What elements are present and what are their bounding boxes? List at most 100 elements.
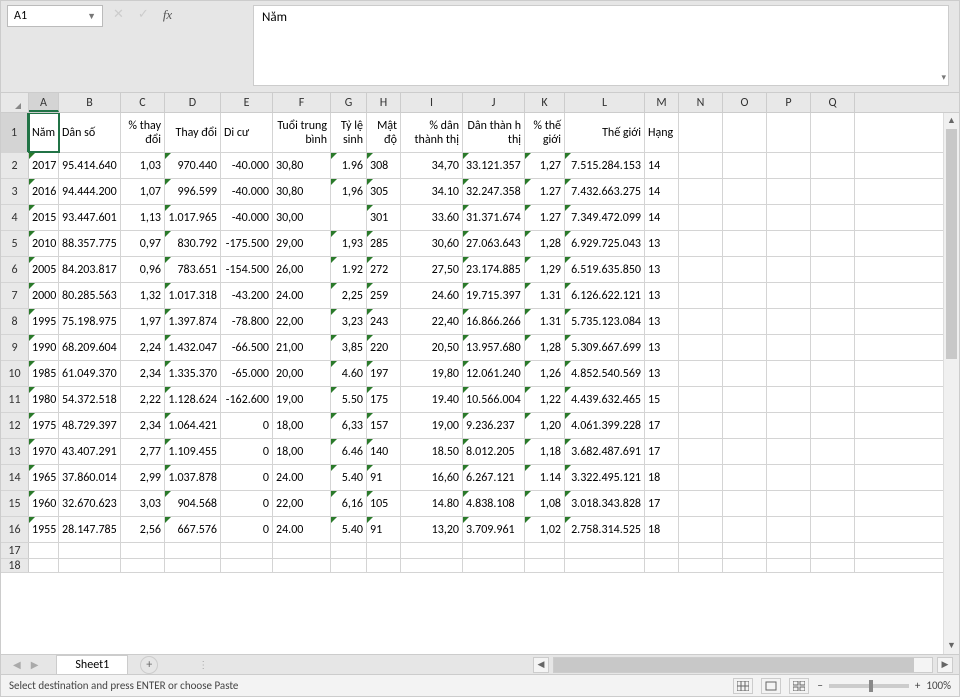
cell[interactable]: 21,00 — [273, 335, 331, 360]
column-header-P[interactable]: P — [767, 93, 811, 112]
cell[interactable] — [273, 559, 331, 572]
column-header-J[interactable]: J — [463, 93, 525, 112]
cell[interactable] — [811, 257, 855, 282]
sheet-prev-icon[interactable]: ◀ — [13, 658, 21, 671]
cell[interactable]: 0 — [221, 439, 273, 464]
fx-icon[interactable]: fx — [163, 7, 172, 23]
column-header-M[interactable]: M — [645, 93, 679, 112]
column-header-F[interactable]: F — [273, 93, 331, 112]
cell[interactable] — [811, 491, 855, 516]
cell[interactable]: 1.31 — [525, 283, 565, 308]
header-cell[interactable]: Mật độ — [367, 113, 401, 152]
cell[interactable]: 3,23 — [331, 309, 367, 334]
row-header-3[interactable]: 3 — [1, 179, 29, 204]
cell[interactable] — [723, 205, 767, 230]
cell[interactable]: 1.31 — [525, 309, 565, 334]
vertical-scrollbar[interactable]: ▲ ▼ — [943, 113, 959, 654]
row-header-16[interactable]: 16 — [1, 517, 29, 542]
cell[interactable]: 1.064.421 — [165, 413, 221, 438]
cell[interactable] — [723, 413, 767, 438]
cell[interactable]: 29,00 — [273, 231, 331, 256]
cell[interactable]: 3,03 — [121, 491, 165, 516]
formula-input[interactable]: Năm ▾ — [253, 5, 949, 86]
cell[interactable] — [767, 517, 811, 542]
cell[interactable] — [679, 413, 723, 438]
column-header-N[interactable]: N — [679, 93, 723, 112]
cell[interactable] — [811, 465, 855, 490]
cell[interactable] — [165, 559, 221, 572]
sheet-next-icon[interactable]: ▶ — [31, 658, 39, 671]
header-cell[interactable]: Tỷ lệ sinh — [331, 113, 367, 152]
cell[interactable]: 1985 — [29, 361, 59, 386]
cell[interactable] — [767, 231, 811, 256]
cell[interactable]: 33.121.357 — [463, 153, 525, 178]
cell[interactable]: 12.061.240 — [463, 361, 525, 386]
cell[interactable]: 970.440 — [165, 153, 221, 178]
cell[interactable] — [767, 387, 811, 412]
cell[interactable]: 13 — [645, 283, 679, 308]
cell[interactable]: 2,34 — [121, 361, 165, 386]
cell[interactable] — [401, 543, 463, 558]
cell[interactable]: 2005 — [29, 257, 59, 282]
cell[interactable] — [811, 309, 855, 334]
cell[interactable]: 157 — [367, 413, 401, 438]
cell[interactable]: -162.600 — [221, 387, 273, 412]
cell[interactable]: 6.46 — [331, 439, 367, 464]
row-header-10[interactable]: 10 — [1, 361, 29, 386]
cell[interactable]: 2,56 — [121, 517, 165, 542]
cell[interactable]: 1,29 — [525, 257, 565, 282]
cell[interactable]: 27,50 — [401, 257, 463, 282]
header-cell[interactable]: % thế giới — [525, 113, 565, 152]
cell[interactable] — [811, 517, 855, 542]
cell[interactable]: 13 — [645, 257, 679, 282]
cell[interactable] — [811, 205, 855, 230]
column-header-D[interactable]: D — [165, 93, 221, 112]
cell[interactable]: 17 — [645, 439, 679, 464]
cell[interactable]: 19.715.397 — [463, 283, 525, 308]
cell[interactable] — [679, 387, 723, 412]
column-header-A[interactable]: A — [29, 93, 59, 112]
cell[interactable]: 243 — [367, 309, 401, 334]
cell[interactable]: 1.27 — [525, 179, 565, 204]
cell[interactable] — [525, 559, 565, 572]
formula-expand-icon[interactable]: ▾ — [941, 72, 946, 83]
cell[interactable] — [679, 439, 723, 464]
cell[interactable] — [221, 559, 273, 572]
header-cell[interactable] — [811, 113, 855, 152]
cell[interactable]: 1,26 — [525, 361, 565, 386]
header-cell[interactable]: % dân thành thị — [401, 113, 463, 152]
cell[interactable]: 3.018.343.828 — [565, 491, 645, 516]
cell[interactable]: 30,80 — [273, 179, 331, 204]
cell[interactable] — [679, 179, 723, 204]
cell[interactable] — [811, 179, 855, 204]
cell[interactable]: 1965 — [29, 465, 59, 490]
cell[interactable]: 19,00 — [273, 387, 331, 412]
tab-split-handle[interactable]: ⋮ — [198, 658, 208, 671]
cell[interactable]: 13.957.680 — [463, 335, 525, 360]
cell[interactable] — [811, 283, 855, 308]
cell[interactable] — [723, 231, 767, 256]
header-cell[interactable]: Tuổi trung bình — [273, 113, 331, 152]
cell[interactable]: 28.147.785 — [59, 517, 121, 542]
row-header-5[interactable]: 5 — [1, 231, 29, 256]
cell[interactable]: 13,20 — [401, 517, 463, 542]
cell[interactable]: 1,28 — [525, 231, 565, 256]
cell[interactable]: 24.00 — [273, 517, 331, 542]
cell[interactable]: 2,77 — [121, 439, 165, 464]
cell[interactable]: -154.500 — [221, 257, 273, 282]
cell[interactable]: 15 — [645, 387, 679, 412]
cell[interactable]: 4.061.399.228 — [565, 413, 645, 438]
cell[interactable] — [679, 361, 723, 386]
cell[interactable]: 783.651 — [165, 257, 221, 282]
cell[interactable]: 9.236.237 — [463, 413, 525, 438]
cell[interactable]: 22,00 — [273, 491, 331, 516]
cell[interactable]: -40.000 — [221, 205, 273, 230]
cell[interactable] — [723, 179, 767, 204]
cell[interactable]: 6.267.121 — [463, 465, 525, 490]
cell[interactable]: 0 — [221, 491, 273, 516]
cell[interactable]: 1975 — [29, 413, 59, 438]
cell[interactable]: 1980 — [29, 387, 59, 412]
cell[interactable]: 37.860.014 — [59, 465, 121, 490]
cell[interactable] — [679, 465, 723, 490]
cell[interactable]: 22,40 — [401, 309, 463, 334]
